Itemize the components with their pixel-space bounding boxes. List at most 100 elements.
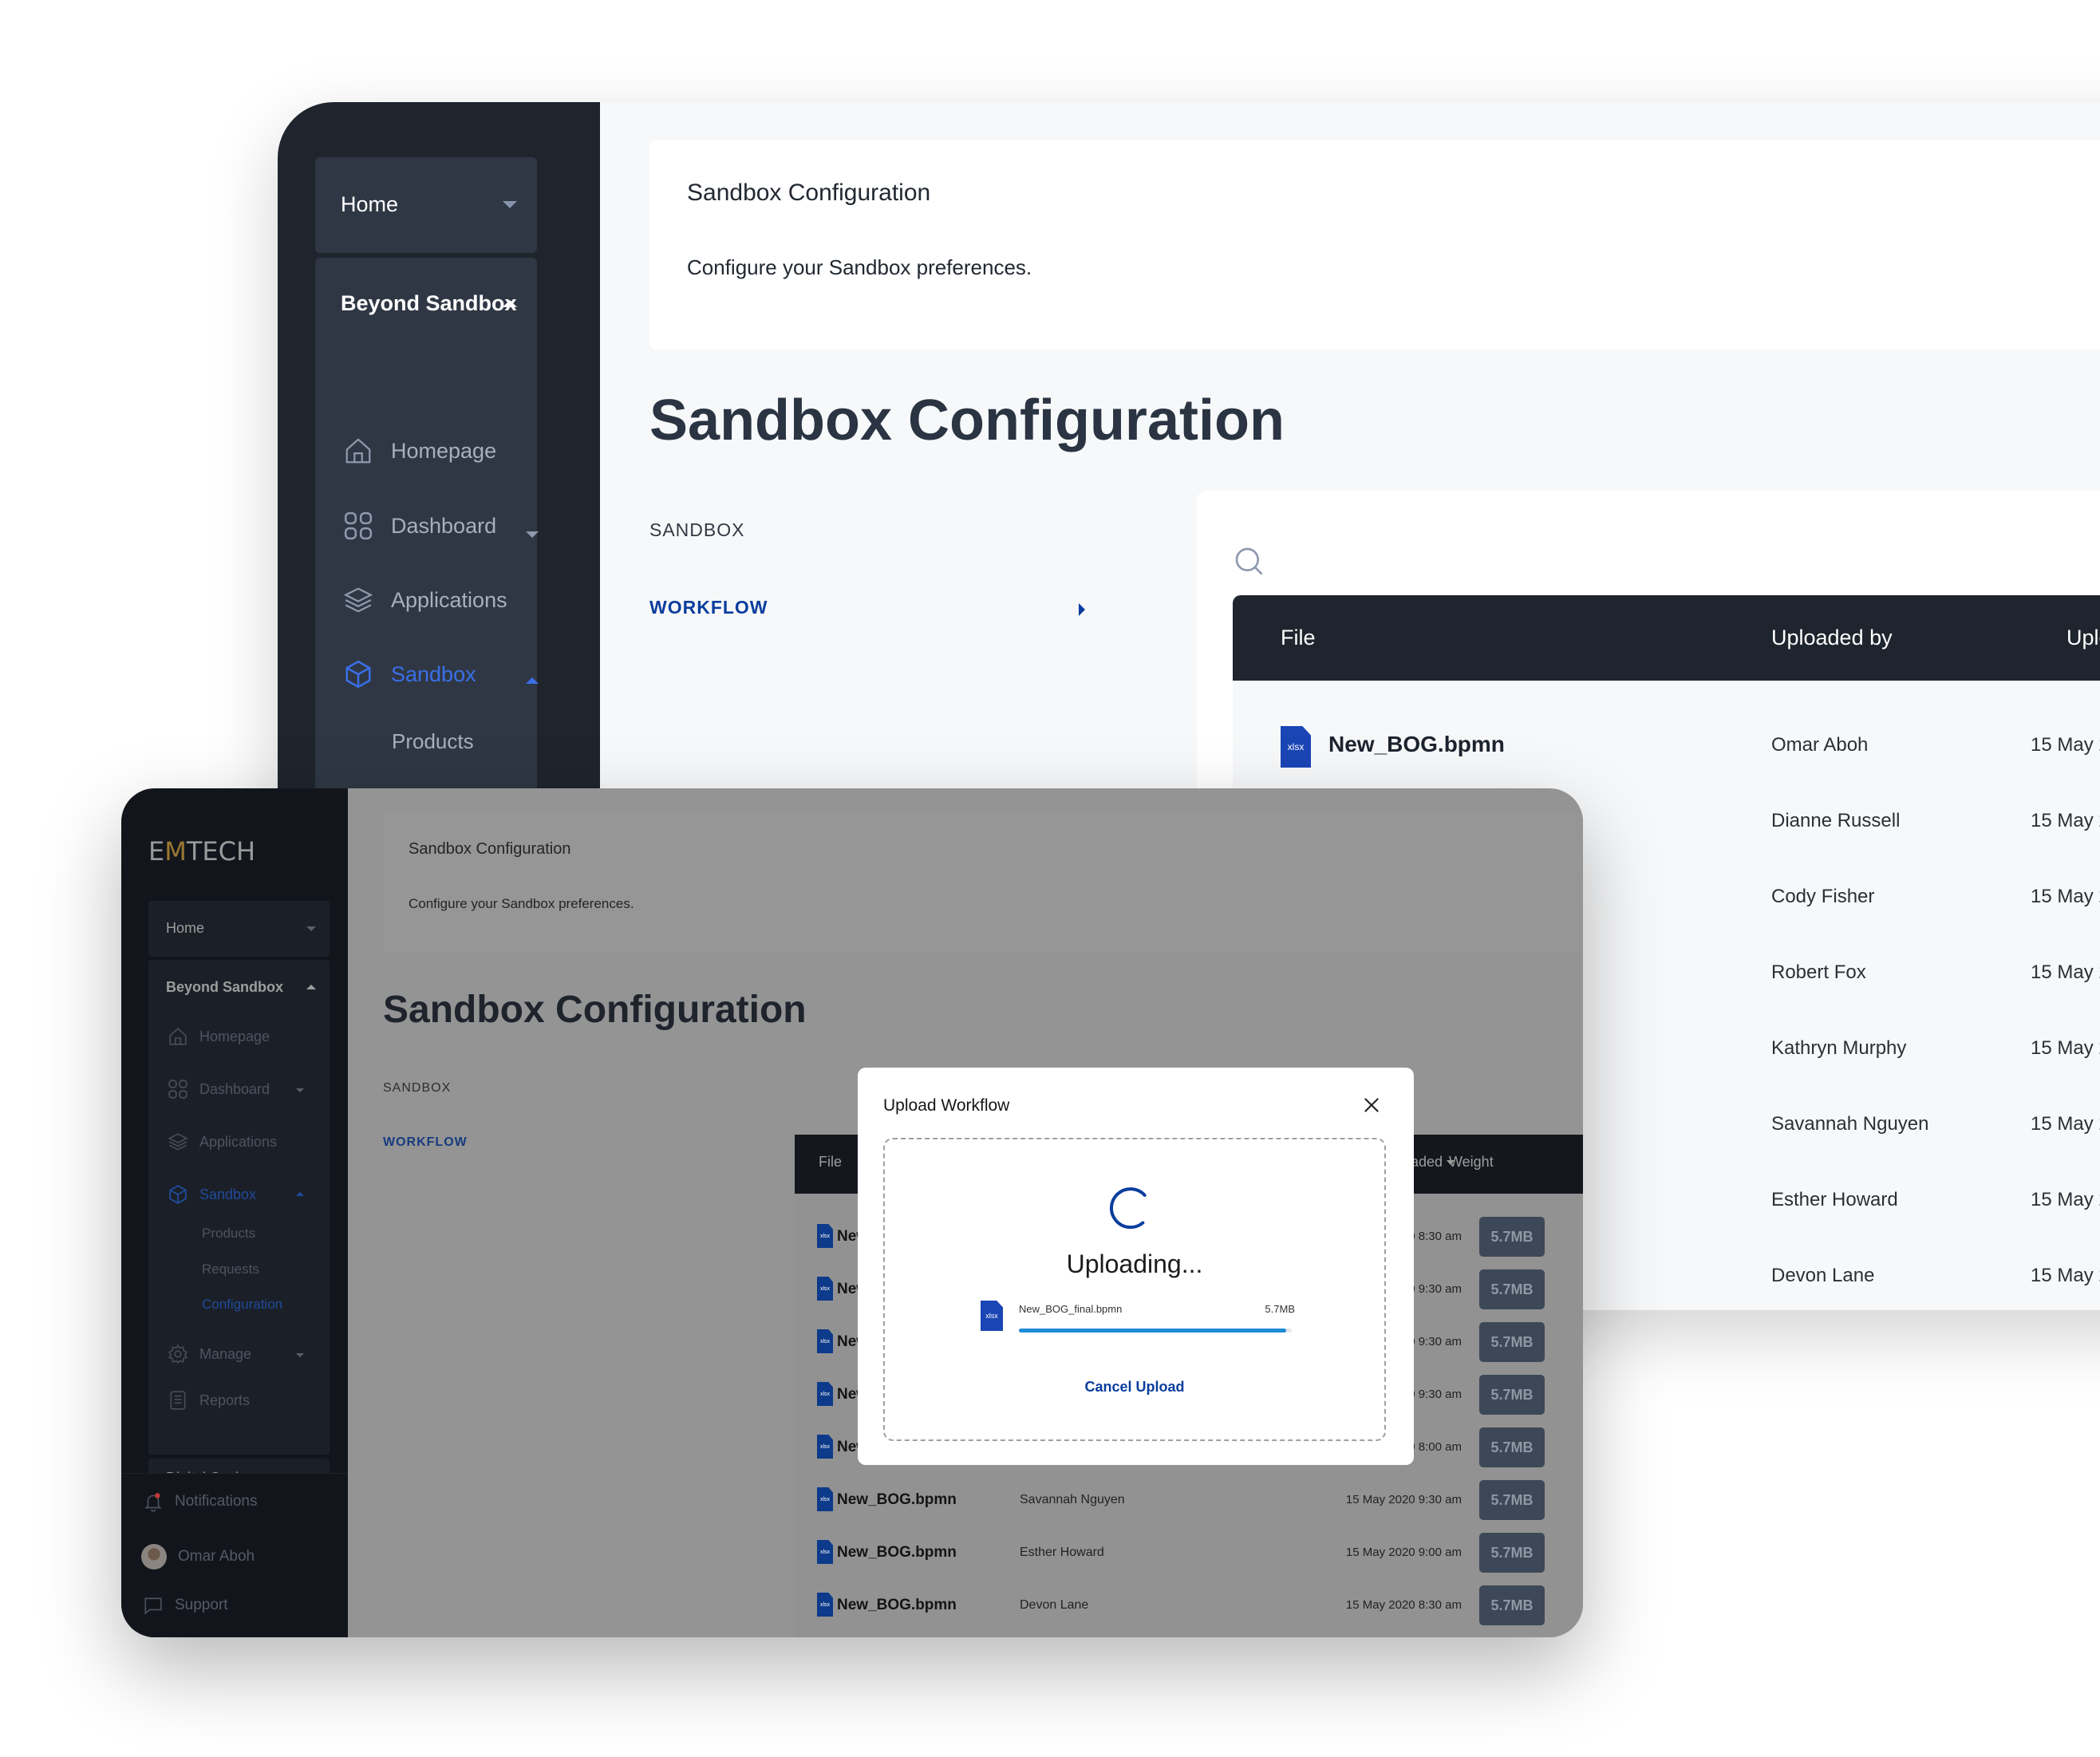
cube-icon xyxy=(169,1185,187,1204)
sidebar-item-label: Manage xyxy=(199,1345,252,1362)
uploaded-date: 15 May 20 xyxy=(2031,886,2100,907)
layers-icon xyxy=(343,587,373,613)
uploaded-by: Omar Aboh xyxy=(1771,734,1869,756)
front-app-window: EMTECH Home Beyond Sandbox Homepage Dash… xyxy=(121,788,1583,1637)
column-header-file[interactable]: File xyxy=(1281,626,1316,650)
uploaded-by: Dianne Russell xyxy=(1771,810,1901,831)
sidebar-item-sandbox[interactable]: Sandbox xyxy=(343,659,476,689)
chevron-down-icon xyxy=(503,201,517,208)
chevron-up-icon xyxy=(306,985,316,989)
sidebar-item-label: Sandbox xyxy=(391,661,476,686)
user-profile-link[interactable]: Omar Aboh xyxy=(141,1544,255,1569)
column-header-uploaded[interactable]: Uploaded xyxy=(2066,626,2100,650)
file-name[interactable]: New_BOG.bpmn xyxy=(1328,732,1505,757)
table-header: File Uploaded by Uploaded xyxy=(1233,595,2100,681)
sidebar-item-label: Homepage xyxy=(391,438,497,463)
chevron-right-icon xyxy=(1079,603,1085,616)
column-header-uploaded-by[interactable]: Uploaded by xyxy=(1771,626,1893,650)
table-row[interactable]: xlsx New_BOG.bpmn Omar Aboh 15 May 20 xyxy=(1233,710,2100,786)
notifications-link[interactable]: Notifications xyxy=(143,1491,258,1512)
chevron-up-icon xyxy=(503,300,517,307)
xlsx-file-icon: xlsx xyxy=(1281,726,1311,768)
sidebar-item-manage[interactable]: Manage xyxy=(168,1344,251,1364)
sidebar-footer: Notifications Omar Aboh Support xyxy=(121,1473,348,1637)
sidebar-group-label[interactable]: Beyond Sandbox xyxy=(166,979,283,996)
cancel-upload-button[interactable]: Cancel Upload xyxy=(885,1379,1384,1396)
sidebar-item-homepage[interactable]: Homepage xyxy=(343,436,496,466)
sidebar-group-label[interactable]: Beyond Sandbox xyxy=(341,291,517,316)
sidebar-group-label: Home xyxy=(166,920,205,936)
file-name[interactable]: New_BOG.bpmn xyxy=(837,1544,957,1562)
upload-dropzone[interactable]: Uploading... xlsx New_BOG_final.bpmn 5.7… xyxy=(883,1138,1386,1441)
weight-badge: 5.7MB xyxy=(1479,1269,1545,1309)
xlsx-file-icon: xlsx xyxy=(817,1593,833,1617)
sidebar-item-label: Homepage xyxy=(199,1028,270,1044)
sidebar-subitem-products[interactable]: Products xyxy=(392,729,474,754)
support-link[interactable]: Support xyxy=(143,1595,228,1616)
sidebar-subitem-configuration[interactable]: Configuration xyxy=(202,1297,282,1313)
header-title: Sandbox Configuration xyxy=(409,840,571,858)
chat-icon xyxy=(144,1597,162,1615)
nav-workflow[interactable]: WORKFLOW xyxy=(649,597,768,618)
grid-icon xyxy=(344,511,373,540)
sidebar-item-applications[interactable]: Applications xyxy=(168,1131,277,1152)
cube-icon xyxy=(345,660,371,689)
weight-badge: 5.7MB xyxy=(1479,1585,1545,1625)
upload-progress-bar xyxy=(1019,1329,1292,1333)
xlsx-file-icon: xlsx xyxy=(817,1435,833,1459)
uploaded-by: Devon Lane xyxy=(1020,1598,1089,1612)
uploaded-by: Esther Howard xyxy=(1020,1546,1104,1559)
uploaded-date: 15 May 2020 9:30 am xyxy=(1345,1493,1462,1506)
column-header-weight[interactable]: Weight xyxy=(1449,1154,1494,1171)
layers-icon xyxy=(168,1133,188,1151)
sidebar-item-reports[interactable]: Reports xyxy=(168,1390,250,1411)
sidebar-item-dashboard[interactable]: Dashboard xyxy=(168,1079,270,1100)
chevron-down-icon xyxy=(306,926,316,931)
uploaded-date: 15 May 20 xyxy=(2031,810,2100,831)
xlsx-file-icon: xlsx xyxy=(817,1382,833,1406)
uploaded-date: 15 May 20 xyxy=(2031,1265,2100,1286)
upload-status: Uploading... xyxy=(1066,1250,1203,1278)
sidebar-item-applications[interactable]: Applications xyxy=(343,585,507,615)
logo: EMTECH xyxy=(148,836,255,867)
upload-progress-fill xyxy=(1019,1329,1287,1333)
table-row[interactable]: xlsx New_BOG.bpmn Savannah Nguyen 15 May 20… xyxy=(795,1475,1583,1528)
sidebar-subitem-requests[interactable]: Requests xyxy=(202,1261,259,1277)
upload-file-name: New_BOG_final.bpmn xyxy=(1019,1303,1123,1315)
sidebar-item-dashboard[interactable]: Dashboard xyxy=(343,511,496,541)
support-label: Support xyxy=(175,1597,228,1613)
home-icon xyxy=(169,1028,187,1045)
uploaded-date: 15 May 2020 8:30 am xyxy=(1345,1598,1462,1612)
avatar xyxy=(141,1544,167,1569)
uploaded-by: Savannah Nguyen xyxy=(1020,1493,1125,1506)
search-icon[interactable] xyxy=(1233,545,1265,577)
nav-workflow[interactable]: WORKFLOW xyxy=(383,1135,468,1150)
header-title: Sandbox Configuration xyxy=(687,180,931,206)
notifications-label: Notifications xyxy=(175,1493,258,1510)
sidebar-item-sandbox[interactable]: Sandbox xyxy=(168,1184,256,1205)
file-name[interactable]: New_BOG.bpmn xyxy=(837,1597,957,1614)
uploaded-date: 15 May 20 xyxy=(2031,1037,2100,1059)
sidebar-group-home[interactable]: Home xyxy=(148,901,330,957)
weight-badge: 5.7MB xyxy=(1479,1375,1545,1415)
xlsx-file-icon: xlsx xyxy=(817,1329,833,1353)
sidebar-item-label: Applications xyxy=(199,1133,278,1150)
document-icon xyxy=(170,1391,186,1410)
gear-icon xyxy=(168,1344,188,1364)
close-icon[interactable] xyxy=(1360,1094,1383,1116)
column-header-file[interactable]: File xyxy=(819,1154,842,1171)
upload-file-size: 5.7MB xyxy=(1265,1303,1295,1315)
sidebar-subitem-products[interactable]: Products xyxy=(202,1226,255,1242)
xlsx-file-icon: xlsx xyxy=(817,1540,833,1564)
grid-icon xyxy=(168,1080,188,1099)
table-row[interactable]: xlsx New_BOG.bpmn Esther Howard 15 May 2020… xyxy=(795,1528,1583,1581)
sidebar-item-homepage[interactable]: Homepage xyxy=(168,1026,270,1047)
sidebar: EMTECH Home Beyond Sandbox Homepage Dash… xyxy=(121,788,348,1637)
uploaded-date: 15 May 20 xyxy=(2031,1189,2100,1210)
file-name[interactable]: New_BOG.bpmn xyxy=(837,1491,957,1509)
modal-title: Upload Workflow xyxy=(883,1096,1010,1115)
user-name: Omar Aboh xyxy=(178,1548,255,1565)
sidebar-group-home[interactable]: Home xyxy=(315,157,537,253)
table-row[interactable]: xlsx New_BOG.bpmn Devon Lane 15 May 2020 8:… xyxy=(795,1581,1583,1633)
weight-badge: 5.7MB xyxy=(1479,1480,1545,1520)
